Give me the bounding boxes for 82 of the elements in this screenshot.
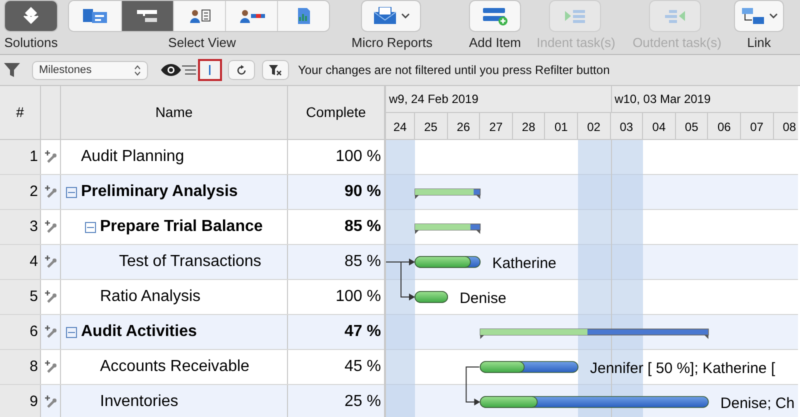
updown-chevron-icon <box>134 64 141 76</box>
refilter-button[interactable] <box>229 61 254 79</box>
row-number: 6 <box>0 315 41 349</box>
task-bar[interactable] <box>480 396 709 408</box>
resource-label: Jennifer [ 50 %]; Katherine [ <box>590 360 776 378</box>
list-icon <box>182 63 196 77</box>
row-number: 4 <box>0 245 41 279</box>
column-header[interactable]: Name <box>61 86 288 139</box>
person-list-icon <box>188 8 210 24</box>
wrench-icon <box>44 290 58 304</box>
task-bar[interactable] <box>414 256 481 268</box>
toolbar-label: Solutions <box>3 34 59 52</box>
week-header: w10, 03 Mar 2019 <box>610 86 798 113</box>
chevron-down-icon <box>400 13 410 19</box>
filter-icon <box>4 62 20 78</box>
resource-label: Denise <box>460 290 506 308</box>
column-header[interactable]: Complete <box>288 86 384 139</box>
task-name: Inventories <box>100 392 178 412</box>
task-name: Audit Activities <box>81 322 197 342</box>
toolbar-label: Add Item <box>468 34 522 52</box>
wrench-icon <box>44 360 58 374</box>
task-name: Accounts Receivable <box>100 357 250 377</box>
wrench-icon <box>44 395 58 409</box>
task-name: Preliminary Analysis <box>81 182 238 202</box>
wrench-icon <box>44 255 58 269</box>
task-name: Prepare Trial Balance <box>100 217 263 237</box>
task-bar[interactable] <box>480 361 578 373</box>
view-option[interactable] <box>277 1 329 31</box>
filter-clear-icon <box>268 64 282 76</box>
linked-boxes-icon <box>740 7 764 25</box>
week-header: w9, 24 Feb 2019 <box>386 86 611 113</box>
resource-label: Katherine <box>492 255 556 273</box>
chevron-down-icon <box>768 13 778 19</box>
row-number: 1 <box>0 140 41 174</box>
row-number: 9 <box>0 385 41 417</box>
percent-complete: 85 % <box>288 245 384 279</box>
gantt-view-icon <box>83 8 107 24</box>
row-number: 8 <box>0 350 41 384</box>
task-name: Test of Transactions <box>119 252 262 272</box>
link-button[interactable] <box>735 1 783 31</box>
column-header[interactable]: # <box>0 86 41 139</box>
filter-message: Your changes are not filtered until you press Refilter button <box>298 62 610 79</box>
text-cursor-icon <box>209 65 211 75</box>
task-bar[interactable] <box>414 291 448 303</box>
eye-icon <box>160 63 182 77</box>
collapse-toggle[interactable] <box>85 222 96 232</box>
task-name: Ratio Analysis <box>100 287 200 307</box>
collapse-toggle[interactable] <box>66 326 77 338</box>
add-row-icon <box>482 6 508 26</box>
resource-label: Denise; Ch <box>720 395 795 413</box>
solutions-button[interactable] <box>5 1 57 31</box>
chart-document-icon <box>296 7 310 25</box>
timeline-view-icon <box>136 9 158 23</box>
wrench-icon <box>44 220 58 234</box>
task-name: Audit Planning <box>81 147 184 167</box>
row-number: 5 <box>0 280 41 314</box>
filter-select[interactable]: Milestones <box>33 62 147 78</box>
percent-complete: 90 % <box>288 175 384 209</box>
wrench-icon <box>44 150 58 164</box>
refresh-icon <box>236 64 247 76</box>
outdent-icon <box>664 8 686 24</box>
percent-complete: 47 % <box>288 315 384 349</box>
wrench-icon <box>44 325 58 339</box>
indent-icon <box>564 8 586 24</box>
toolbar-label: Select View <box>167 34 237 52</box>
wrench-icon <box>44 185 58 199</box>
envelope-icon <box>372 7 396 25</box>
clear-filter-button[interactable] <box>263 61 288 79</box>
collapse-toggle[interactable] <box>66 186 77 198</box>
micro-reports-button[interactable] <box>362 1 420 31</box>
toolbar-label: Link <box>746 34 772 52</box>
add-item-button[interactable] <box>470 1 520 31</box>
person-bar-icon <box>238 8 264 24</box>
text-cursor-button[interactable] <box>198 59 222 81</box>
summary-bar[interactable] <box>414 224 481 234</box>
summary-bar[interactable] <box>480 328 709 339</box>
summary-bar[interactable] <box>414 188 481 199</box>
toolbar-label: Micro Reports <box>350 34 434 52</box>
row-number: 3 <box>0 210 41 244</box>
row-number: 2 <box>0 175 41 209</box>
percent-complete: 25 % <box>288 385 384 417</box>
view-option[interactable] <box>121 1 173 31</box>
